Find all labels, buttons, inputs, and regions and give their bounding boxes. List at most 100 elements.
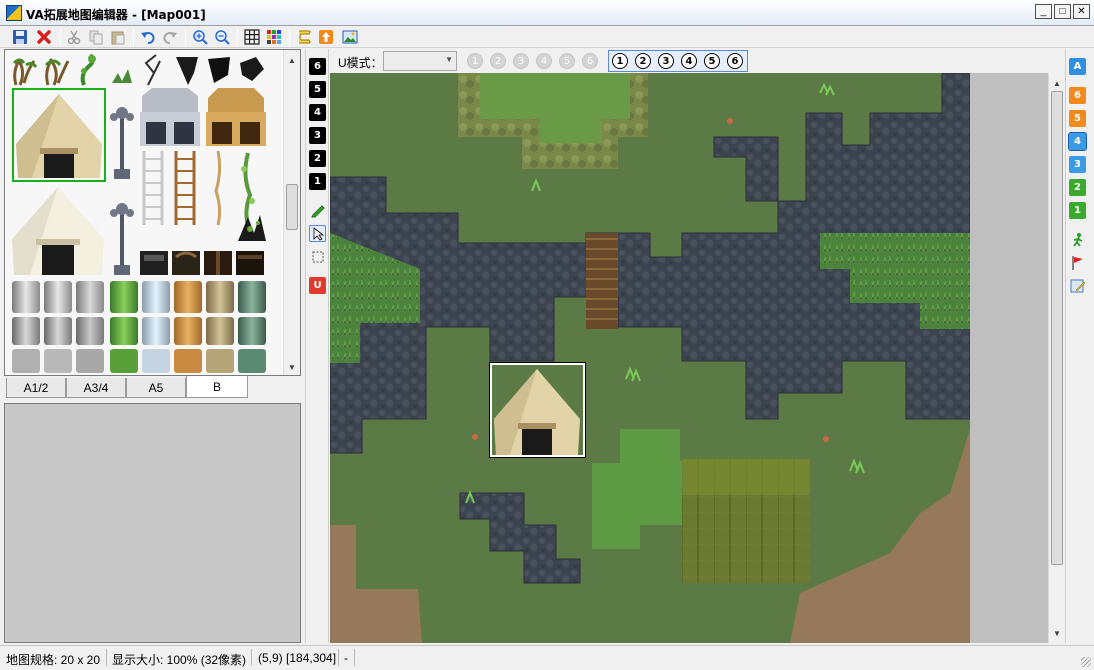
layer-6-button[interactable]: 6 [309, 58, 326, 75]
jade-pillar-tile[interactable] [238, 281, 266, 313]
layer-3-button[interactable]: 3 [309, 127, 326, 144]
pillar-base-tile[interactable] [76, 349, 104, 373]
mode-dim-button-2[interactable]: 2 [490, 53, 506, 69]
zoom-out-icon[interactable] [212, 28, 232, 46]
pencil-icon[interactable] [309, 201, 326, 218]
pillar-tile[interactable] [76, 317, 104, 345]
pillar-base-tile[interactable] [12, 349, 40, 373]
mode-button-6[interactable]: 6 [727, 53, 743, 69]
mossy-pillar-tile[interactable] [110, 317, 138, 345]
carved-pillar-tile[interactable] [206, 317, 234, 345]
layer-a-button[interactable]: A [1069, 58, 1086, 75]
save-icon[interactable] [10, 28, 30, 46]
dark-plant-tile[interactable] [234, 211, 268, 245]
tileset-palette[interactable]: ▲ ▼ [4, 49, 301, 376]
pillar-base-tile[interactable] [206, 349, 234, 373]
layer-2-toggle[interactable]: 2 [1069, 179, 1086, 196]
mode-button-1[interactable]: 1 [612, 53, 628, 69]
lamp-post-tile[interactable] [108, 103, 136, 183]
scroll-up-arrow-icon[interactable]: ▲ [284, 52, 300, 68]
upload-icon[interactable] [316, 28, 336, 46]
map-viewport[interactable] [330, 73, 1048, 643]
wood-pillar-tile[interactable] [174, 281, 202, 313]
vine-tiles[interactable] [8, 53, 278, 87]
zoom-in-icon[interactable] [190, 28, 210, 46]
lamp-post-tile[interactable] [108, 199, 136, 277]
tab-b[interactable]: B [186, 376, 248, 398]
map-terrain[interactable] [330, 73, 970, 643]
wood-pillar-tile[interactable] [174, 317, 202, 345]
scroll-down-arrow-icon[interactable]: ▼ [284, 359, 300, 375]
tab-a3-4[interactable]: A3/4 [66, 378, 126, 398]
pillar-base-tile[interactable] [110, 349, 138, 373]
pillar-base-tile[interactable] [238, 349, 266, 373]
layer-1-button[interactable]: 1 [309, 173, 326, 190]
layer-5-toggle[interactable]: 5 [1069, 110, 1086, 127]
wooden-gate-tile[interactable] [204, 86, 268, 148]
minimize-button[interactable]: _ [1035, 4, 1052, 19]
pillar-tile[interactable] [12, 317, 40, 345]
script-icon[interactable] [294, 28, 314, 46]
image-icon[interactable] [340, 28, 360, 46]
mossy-pillar-tile[interactable] [110, 281, 138, 313]
carved-pillar-tile[interactable] [206, 281, 234, 313]
jade-pillar-tile[interactable] [238, 317, 266, 345]
u-mode-button[interactable]: U [309, 277, 326, 294]
pillar-tile[interactable] [12, 281, 40, 313]
walking-figure-icon[interactable] [1069, 231, 1086, 248]
mode-dim-button-6[interactable]: 6 [582, 53, 598, 69]
mode-button-3[interactable]: 3 [658, 53, 674, 69]
bench-tiles[interactable] [138, 247, 268, 279]
pillar-base-tile[interactable] [174, 349, 202, 373]
tab-a5[interactable]: A5 [126, 378, 186, 398]
close-button[interactable]: ✕ [1073, 4, 1090, 19]
selected-tile-tent[interactable] [12, 88, 106, 182]
mode-dim-button-1[interactable]: 1 [467, 53, 483, 69]
grid-icon[interactable] [242, 28, 262, 46]
map-selection-cursor[interactable] [489, 362, 586, 458]
resize-grip[interactable] [1081, 657, 1091, 667]
mode-button-5[interactable]: 5 [704, 53, 720, 69]
mode-dim-button-5[interactable]: 5 [559, 53, 575, 69]
mode-button-2[interactable]: 2 [635, 53, 651, 69]
layer-2-button[interactable]: 2 [309, 150, 326, 167]
pillar-tile[interactable] [76, 281, 104, 313]
map-canvas[interactable] [330, 73, 970, 643]
u-mode-select[interactable]: ▼ [383, 51, 457, 71]
redo-icon[interactable] [160, 28, 180, 46]
palette-icon[interactable] [264, 28, 284, 46]
copy-icon[interactable] [86, 28, 106, 46]
tileset-canvas[interactable] [6, 51, 282, 375]
large-tent-tile[interactable] [10, 185, 106, 275]
mode-dim-button-3[interactable]: 3 [513, 53, 529, 69]
mode-dim-button-4[interactable]: 4 [536, 53, 552, 69]
layer-1-toggle[interactable]: 1 [1069, 202, 1086, 219]
layer-4-button[interactable]: 4 [309, 104, 326, 121]
tab-a1-2[interactable]: A1/2 [6, 378, 66, 398]
pillar-tile[interactable] [44, 317, 72, 345]
scroll-up-arrow-icon[interactable]: ▲ [1049, 75, 1065, 91]
scroll-thumb[interactable] [286, 184, 298, 230]
maximize-button[interactable]: □ [1054, 4, 1071, 19]
pillar-base-tile[interactable] [142, 349, 170, 373]
delete-icon[interactable] [34, 28, 54, 46]
cut-icon[interactable] [64, 28, 84, 46]
marquee-select-icon[interactable] [309, 248, 326, 265]
ice-pillar-tile[interactable] [142, 317, 170, 345]
layer-5-button[interactable]: 5 [309, 81, 326, 98]
edit-map-icon[interactable] [1069, 277, 1086, 294]
layer-3-toggle[interactable]: 3 [1069, 156, 1086, 173]
ice-pillar-tile[interactable] [142, 281, 170, 313]
paste-icon[interactable] [108, 28, 128, 46]
layer-6-toggle[interactable]: 6 [1069, 87, 1086, 104]
undo-icon[interactable] [138, 28, 158, 46]
mode-button-4[interactable]: 4 [681, 53, 697, 69]
map-scrollbar[interactable]: ▲ ▼ [1048, 73, 1065, 643]
layer-4-toggle[interactable]: 4 [1068, 132, 1087, 151]
map-scroll-thumb[interactable] [1051, 91, 1063, 565]
scroll-down-arrow-icon[interactable]: ▼ [1049, 625, 1065, 641]
pillar-tile[interactable] [44, 281, 72, 313]
stone-gate-tile[interactable] [136, 86, 204, 148]
select-pointer-icon[interactable] [309, 225, 326, 242]
tileset-scrollbar[interactable]: ▲ ▼ [283, 50, 300, 375]
